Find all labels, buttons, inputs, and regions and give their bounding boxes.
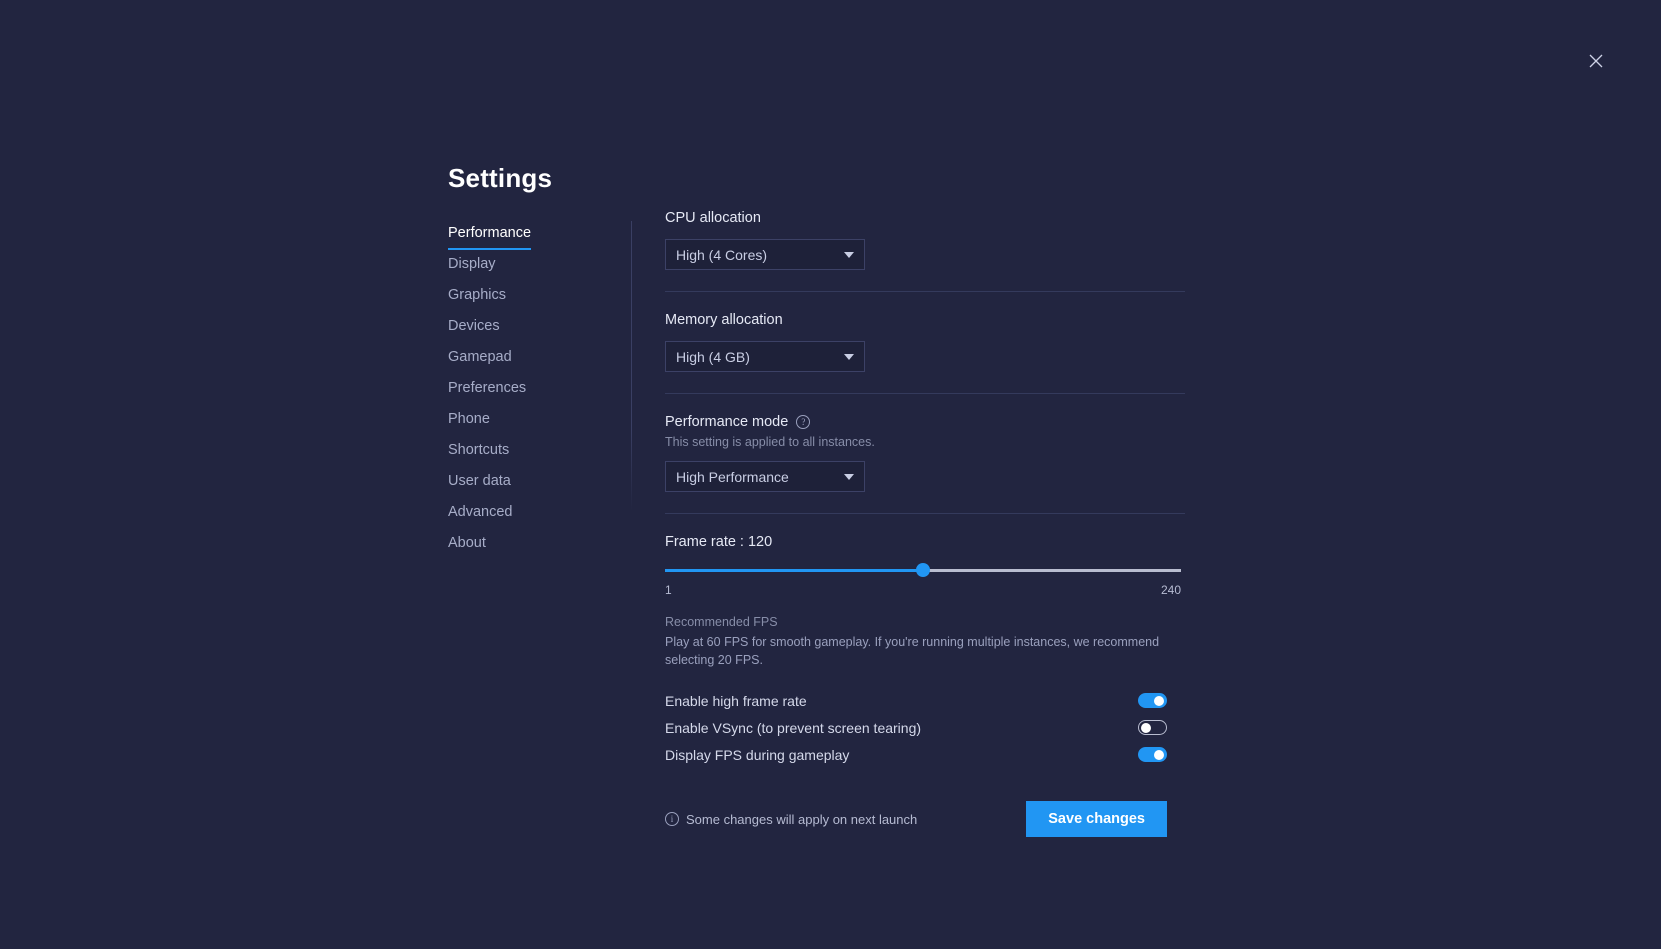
chevron-down-icon	[844, 474, 854, 480]
sidebar-item-label: Devices	[448, 315, 500, 341]
slider-min-label: 1	[665, 583, 672, 597]
toggle-list: Enable high frame rate Enable VSync (to p…	[665, 687, 1167, 768]
toggle-knob	[1141, 723, 1151, 733]
sidebar-item-shortcuts[interactable]: Shortcuts	[448, 439, 618, 470]
save-changes-button[interactable]: Save changes	[1026, 801, 1167, 837]
performance-mode-select[interactable]: High Performance	[665, 461, 865, 492]
slider-thumb[interactable]	[916, 563, 930, 577]
toggle-switch-enable-vsync-to-prevent-screen-tearing[interactable]	[1138, 720, 1167, 735]
settings-window: Settings Performance Display Graphics Devic…	[0, 0, 1661, 949]
sidebar-item-label: Performance	[448, 222, 531, 250]
toggle-row: Enable high frame rate	[665, 687, 1167, 714]
frame-rate-slider[interactable]	[665, 563, 1181, 577]
sidebar-item-graphics[interactable]: Graphics	[448, 284, 618, 315]
sidebar-item-label: Advanced	[448, 501, 513, 527]
frame-rate-title: Frame rate : 120	[665, 534, 1185, 550]
toggle-knob	[1154, 750, 1164, 760]
section-divider	[665, 291, 1185, 292]
memory-allocation-label: Memory allocation	[665, 312, 1185, 328]
info-icon: i	[665, 812, 679, 826]
frame-rate-group: Frame rate : 120 1 240 Recommended FPS P…	[665, 534, 1185, 669]
sidebar-item-label: Graphics	[448, 284, 506, 310]
sidebar-item-gamepad[interactable]: Gamepad	[448, 346, 618, 377]
memory-allocation-value: High (4 GB)	[676, 349, 750, 365]
sidebar-item-devices[interactable]: Devices	[448, 315, 618, 346]
cpu-allocation-select[interactable]: High (4 Cores)	[665, 239, 865, 270]
toggle-row: Enable VSync (to prevent screen tearing)	[665, 714, 1167, 741]
chevron-down-icon	[844, 252, 854, 258]
performance-mode-label-text: Performance mode	[665, 414, 788, 430]
sidebar-item-label: Phone	[448, 408, 490, 434]
performance-mode-description: This setting is applied to all instances…	[665, 435, 1185, 449]
toggle-label: Enable VSync (to prevent screen tearing)	[665, 720, 921, 736]
performance-mode-label: Performance mode ?	[665, 414, 1185, 430]
toggle-label: Display FPS during gameplay	[665, 747, 849, 763]
performance-panel: CPU allocation High (4 Cores) Memory all…	[665, 210, 1185, 837]
page-title: Settings	[448, 163, 552, 194]
toggle-knob	[1154, 696, 1164, 706]
recommended-fps-title: Recommended FPS	[665, 615, 1185, 629]
sidebar-item-about[interactable]: About	[448, 532, 618, 563]
footer-note: i Some changes will apply on next launch	[665, 812, 917, 827]
toggle-switch-enable-high-frame-rate[interactable]	[1138, 693, 1167, 708]
cpu-allocation-label: CPU allocation	[665, 210, 1185, 226]
sidebar-main-divider	[631, 221, 632, 511]
section-divider	[665, 393, 1185, 394]
performance-mode-group: Performance mode ? This setting is appli…	[665, 414, 1185, 492]
question-mark-icon[interactable]: ?	[796, 415, 810, 429]
panel-footer: i Some changes will apply on next launch…	[665, 801, 1167, 837]
slider-max-label: 240	[1161, 583, 1181, 597]
memory-allocation-group: Memory allocation High (4 GB)	[665, 312, 1185, 372]
memory-allocation-select[interactable]: High (4 GB)	[665, 341, 865, 372]
performance-mode-value: High Performance	[676, 469, 789, 485]
sidebar-item-display[interactable]: Display	[448, 253, 618, 284]
slider-scale: 1 240	[665, 583, 1181, 597]
sidebar-item-label: Gamepad	[448, 346, 512, 372]
sidebar-item-user-data[interactable]: User data	[448, 470, 618, 501]
sidebar-item-label: About	[448, 532, 486, 558]
sidebar-item-label: User data	[448, 470, 511, 496]
toggle-row: Display FPS during gameplay	[665, 741, 1167, 768]
footer-note-text: Some changes will apply on next launch	[686, 812, 917, 827]
sidebar-item-advanced[interactable]: Advanced	[448, 501, 618, 532]
cpu-allocation-group: CPU allocation High (4 Cores)	[665, 210, 1185, 270]
chevron-down-icon	[844, 354, 854, 360]
close-icon[interactable]	[1583, 48, 1609, 74]
section-divider	[665, 513, 1185, 514]
sidebar-item-preferences[interactable]: Preferences	[448, 377, 618, 408]
sidebar-item-label: Preferences	[448, 377, 526, 403]
sidebar-item-performance[interactable]: Performance	[448, 222, 618, 253]
sidebar-item-label: Display	[448, 253, 496, 279]
recommended-fps-text: Play at 60 FPS for smooth gameplay. If y…	[665, 633, 1165, 669]
toggle-label: Enable high frame rate	[665, 693, 807, 709]
sidebar: Performance Display Graphics Devices Gamepad…	[448, 222, 618, 563]
toggle-switch-display-fps-during-gameplay[interactable]	[1138, 747, 1167, 762]
sidebar-item-label: Shortcuts	[448, 439, 509, 465]
slider-fill	[665, 569, 923, 572]
cpu-allocation-value: High (4 Cores)	[676, 247, 767, 263]
sidebar-item-phone[interactable]: Phone	[448, 408, 618, 439]
